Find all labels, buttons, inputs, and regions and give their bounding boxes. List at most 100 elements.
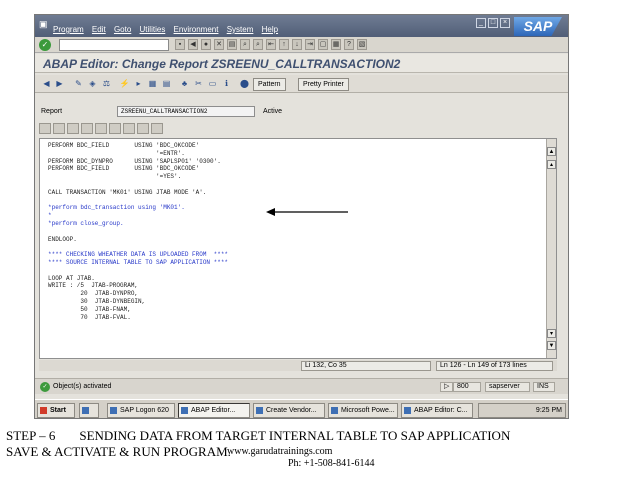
arrow-left-icon[interactable]: ◀: [41, 79, 52, 89]
object-list-icon[interactable]: ▤: [161, 79, 172, 89]
shortcut-icon[interactable]: ▦: [331, 39, 341, 50]
scroll-page-down-icon[interactable]: ▾: [547, 329, 556, 338]
menu-goto[interactable]: Goto: [114, 25, 131, 34]
start-button[interactable]: Start: [37, 403, 75, 418]
copy-icon[interactable]: [53, 123, 65, 134]
paste-icon[interactable]: [67, 123, 79, 134]
task-abap-editor[interactable]: ABAP Editor...: [178, 403, 250, 418]
menu-bar: ▣ Program Edit Goto Utilities Environmen…: [35, 15, 568, 37]
task-sap-logon[interactable]: SAP Logon 620: [107, 403, 175, 418]
check-icon[interactable]: ⚖: [101, 79, 112, 89]
report-row: Report ZSREENU_CALLTRANSACTION2 Active: [35, 105, 568, 118]
hierarchy-icon[interactable]: ♣: [179, 79, 190, 89]
find-icon[interactable]: ⌕: [240, 39, 250, 50]
block-icon[interactable]: [151, 123, 163, 134]
test-icon[interactable]: ▸: [133, 79, 144, 89]
scroll-down-icon[interactable]: ▼: [547, 341, 556, 350]
print-icon[interactable]: ▤: [227, 39, 237, 50]
save-icon[interactable]: ▪: [175, 39, 185, 50]
help-icon[interactable]: ?: [344, 39, 354, 50]
display-change-icon[interactable]: ✎: [73, 79, 84, 89]
last-page-icon[interactable]: ⇥: [305, 39, 315, 50]
other-object-icon[interactable]: ◈: [87, 79, 98, 89]
redo-icon[interactable]: [95, 123, 107, 134]
maximize-icon[interactable]: □: [488, 18, 498, 28]
menu-help[interactable]: Help: [262, 25, 278, 34]
menu-system[interactable]: System: [227, 25, 254, 34]
undo-icon[interactable]: [81, 123, 93, 134]
activate-icon[interactable]: ⚡: [119, 79, 130, 89]
minimize-icon[interactable]: _: [476, 18, 486, 28]
info-icon[interactable]: ℹ: [221, 79, 232, 89]
previous-page-icon[interactable]: ↑: [279, 39, 289, 50]
cut-icon[interactable]: [39, 123, 51, 134]
code-line: '=ENTR'.: [48, 149, 185, 157]
application-toolbar: ◀ ▶ ✎ ◈ ⚖ ⚡ ▸ ▦ ▤ ♣ ✂ ▭ ℹ ⬤ Pattern Pret…: [35, 75, 568, 93]
step-title: SENDING DATA FROM TARGET INTERNAL TABLE …: [79, 428, 511, 443]
pattern-button[interactable]: Pattern: [253, 78, 286, 91]
scroll-page-up-icon[interactable]: ▴: [547, 160, 556, 169]
find-next-icon[interactable]: [123, 123, 135, 134]
arrow-right-icon[interactable]: ▶: [54, 79, 65, 89]
screen-title-bar: ABAP Editor: Change Report ZSREENU_CALLT…: [35, 54, 568, 73]
code-line: CALL TRANSACTION 'MK01' USING JTAB MODE …: [48, 188, 207, 196]
scroll-up-icon[interactable]: ▲: [547, 147, 556, 156]
task-create-vendor[interactable]: Create Vendor...: [253, 403, 325, 418]
website-text: www.garudatrainings.com: [227, 446, 333, 457]
new-session-icon[interactable]: ▢: [318, 39, 328, 50]
close-icon[interactable]: ×: [500, 18, 510, 28]
cancel-icon[interactable]: ✕: [214, 39, 224, 50]
report-name-field[interactable]: ZSREENU_CALLTRANSACTION2: [117, 106, 255, 117]
command-field[interactable]: [59, 39, 169, 51]
report-status: Active: [263, 108, 283, 115]
code-line: **** SOURCE INTERNAL TABLE TO SAP APPLIC…: [48, 258, 229, 266]
line-range: Ln 126 - Ln 149 of 173 lines: [436, 361, 553, 371]
code-lines: PERFORM BDC_FIELD USING 'BDC_OKCODE' '=E…: [48, 142, 228, 321]
breakpoint-icon[interactable]: ⬤: [239, 79, 250, 89]
step-caption: STEP – 6 SENDING DATA FROM TARGET INTERNA…: [6, 428, 510, 444]
task-abap-editor-c[interactable]: ABAP Editor: C...: [401, 403, 473, 418]
layout-icon[interactable]: ▧: [357, 39, 367, 50]
phone-text: Ph: +1-508-841-6144: [288, 458, 375, 469]
quick-launch-icon[interactable]: [79, 403, 99, 418]
code-line: **** CHECKING WHEATHER DATA IS UPLOADED …: [48, 251, 229, 259]
code-line: PERFORM BDC_FIELD USING 'BDC_OKCODE': [48, 142, 200, 149]
code-line: *: [48, 212, 52, 220]
enter-check-icon[interactable]: ✓: [39, 39, 51, 51]
pointer-arrow-icon: [266, 208, 348, 216]
code-line: 20 JTAB-DYNPRO,: [48, 290, 139, 298]
find-icon[interactable]: [109, 123, 121, 134]
windows-taskbar: Start SAP Logon 620 ABAP Editor... Creat…: [35, 399, 568, 418]
insert-icon[interactable]: [137, 123, 149, 134]
client-number: 800: [453, 382, 481, 392]
code-line: ENDLOOP.: [48, 235, 77, 243]
server-name: sapserver: [485, 382, 530, 392]
menu-environment[interactable]: Environment: [174, 25, 219, 34]
code-editor[interactable]: PERFORM BDC_FIELD USING 'BDC_OKCODE' '=E…: [39, 138, 557, 359]
exit-icon[interactable]: ●: [201, 39, 211, 50]
status-expand-icon[interactable]: ▷: [440, 382, 454, 392]
code-line: LOOP AT JTAB.: [48, 274, 95, 282]
back-icon[interactable]: ◀: [188, 39, 198, 50]
next-page-icon[interactable]: ↓: [292, 39, 302, 50]
task-microsoft-powerpoint[interactable]: Microsoft Powe...: [328, 403, 398, 418]
system-menu-icon[interactable]: ▣: [39, 19, 48, 30]
menu-utilities[interactable]: Utilities: [140, 25, 166, 34]
editor-toolbar: [39, 123, 163, 134]
first-page-icon[interactable]: ⇤: [266, 39, 276, 50]
find-next-icon[interactable]: ⌕: [253, 39, 263, 50]
where-used-icon[interactable]: ▦: [147, 79, 158, 89]
code-line: PERFORM BDC_FIELD USING 'BDC_OKCODE': [48, 165, 200, 173]
vertical-scrollbar[interactable]: ▲ ▴ ▾ ▼: [546, 139, 556, 358]
code-line: *perform close_group.: [48, 219, 124, 227]
pretty-printer-button[interactable]: Pretty Printer: [298, 78, 349, 91]
sap-logo: SAP: [514, 17, 562, 36]
copy-icon[interactable]: ▭: [207, 79, 218, 89]
system-tray-clock: 9:25 PM: [478, 403, 566, 418]
menu-edit[interactable]: Edit: [92, 25, 106, 34]
cut-icon[interactable]: ✂: [193, 79, 204, 89]
menu-program[interactable]: Program: [53, 25, 84, 34]
